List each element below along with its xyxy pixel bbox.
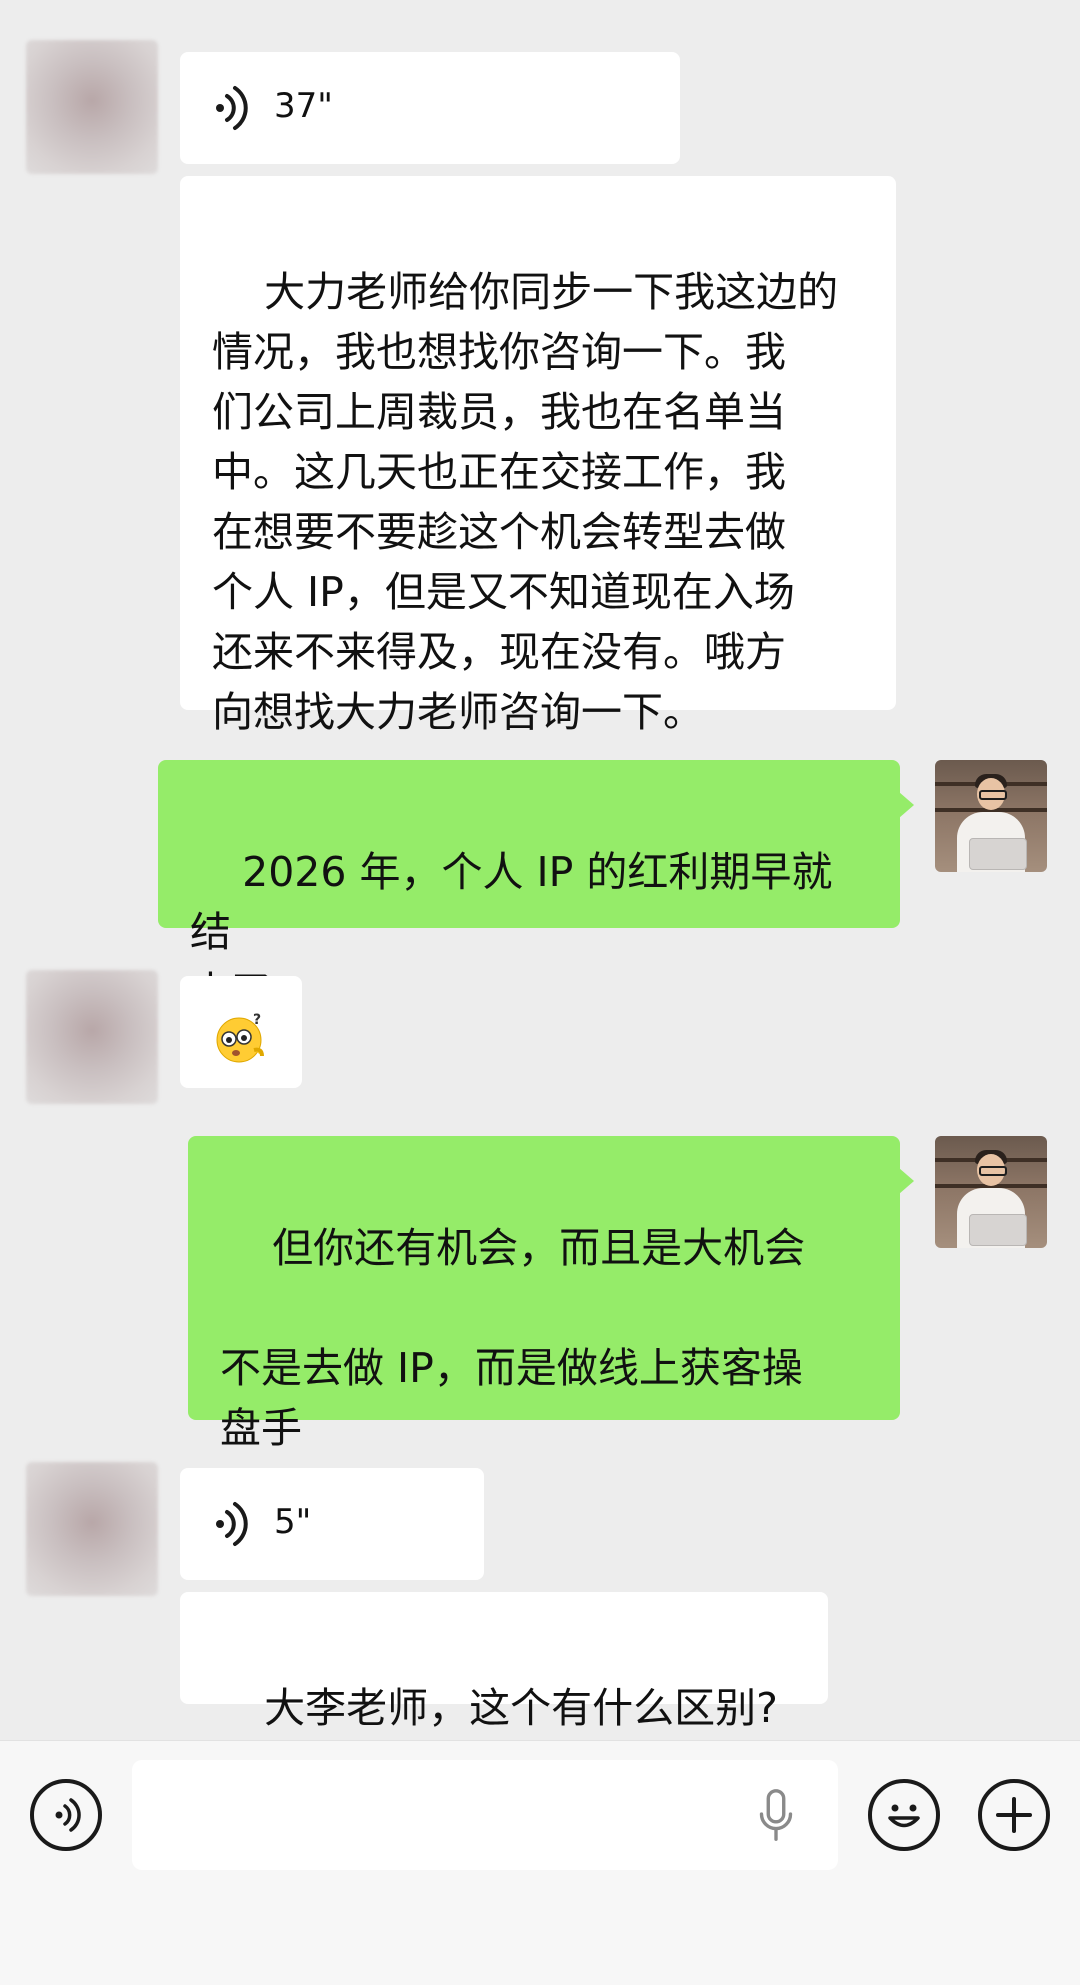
more-options-button[interactable] — [978, 1779, 1050, 1851]
self-avatar[interactable] — [935, 1136, 1047, 1248]
contact-avatar[interactable] — [26, 970, 158, 1104]
smiley-icon — [888, 1804, 920, 1828]
message-text: 大力老师给你同步一下我这边的 情况，我也想找你咨询一下。我 们公司上周裁员，我也… — [212, 268, 839, 736]
voice-duration: 5" — [274, 1502, 312, 1542]
text-message-bubble[interactable]: 大力老师给你同步一下我这边的 情况，我也想找你咨询一下。我 们公司上周裁员，我也… — [180, 176, 896, 736]
voice-duration: 37" — [274, 86, 333, 126]
svg-text:?: ? — [253, 1012, 261, 1028]
voice-mode-icon — [55, 1798, 81, 1832]
emoji-message-bubble[interactable]: ? — [180, 976, 302, 1088]
contact-avatar[interactable] — [26, 40, 158, 174]
voice-wave-icon — [216, 86, 248, 130]
chat-input-bar — [0, 1740, 1080, 1985]
message-text: 但你还有机会，而且是大机会 不是去做 IP，而是做线上获客操 盘手 — [220, 1224, 806, 1452]
message-text: 大李老师，这个有什么区别? — [264, 1684, 778, 1732]
voice-wave-icon — [216, 1502, 248, 1546]
microphone-icon[interactable] — [756, 1787, 796, 1845]
self-avatar[interactable] — [935, 760, 1047, 872]
plus-icon — [996, 1797, 1032, 1833]
voice-message-bubble[interactable]: 37" — [180, 52, 680, 164]
contact-avatar[interactable] — [26, 1462, 158, 1596]
voice-message-bubble[interactable]: 5" — [180, 1468, 484, 1580]
emoji-button[interactable] — [868, 1779, 940, 1851]
voice-mode-button[interactable] — [30, 1779, 102, 1851]
message-input[interactable] — [132, 1760, 838, 1870]
text-message-bubble[interactable]: 2026 年，个人 IP 的红利期早就结 束了 — [158, 760, 914, 1016]
text-message-bubble[interactable]: 大李老师，这个有什么区别? — [180, 1592, 828, 1732]
thinking-question-face-icon: ? — [216, 1012, 264, 1063]
text-message-bubble[interactable]: 但你还有机会，而且是大机会 不是去做 IP，而是做线上获客操 盘手 — [188, 1136, 914, 1452]
